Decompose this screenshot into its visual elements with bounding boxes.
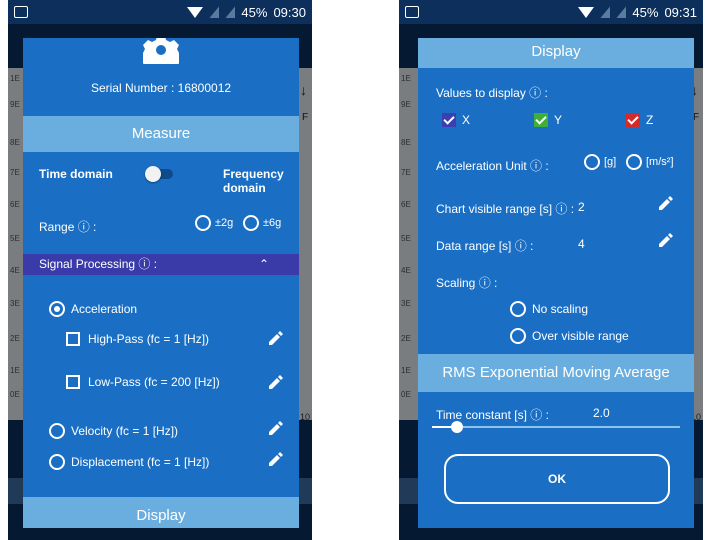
rms-section-header: RMS Exponential Moving Average <box>418 354 694 392</box>
scaling-visible-radio[interactable] <box>510 328 526 344</box>
domain-toggle[interactable] <box>145 166 173 182</box>
edit-high-pass-pencil-icon[interactable] <box>269 331 283 345</box>
phone-screen-measure: 45% 09:30 1E 9E 8E 7E 6E 5E 4E 3E 2E 1E … <box>8 0 312 540</box>
axis-y-checkbox[interactable] <box>534 113 548 127</box>
no-sim-icon <box>600 6 611 18</box>
status-bar: 45% 09:30 <box>8 0 312 24</box>
acceleration-radio[interactable] <box>49 301 65 317</box>
low-pass-option[interactable]: Low-Pass (fc = 200 [Hz]) <box>66 375 220 389</box>
acceleration-label: Acceleration <box>71 302 138 316</box>
signal-processing-header[interactable]: Signal Processing ⓘ : ⌃ <box>23 254 299 275</box>
high-pass-checkbox[interactable] <box>66 332 80 346</box>
no-sim-icon <box>209 6 220 18</box>
wifi-icon <box>578 6 595 18</box>
axis-z-label: Z <box>646 113 654 127</box>
frequency-domain-label: Frequency domain <box>223 167 284 195</box>
range-6g-radio[interactable] <box>243 215 259 231</box>
edit-velocity-pencil-icon[interactable] <box>269 421 283 435</box>
low-pass-checkbox[interactable] <box>66 375 80 389</box>
battery-percent: 45% <box>632 4 659 20</box>
display-dialog: Display Values to display ⓘ : X Y Z Acce… <box>418 38 694 528</box>
wifi-icon <box>187 6 204 18</box>
displacement-radio[interactable] <box>49 454 65 470</box>
scaling-none-label: No scaling <box>532 302 589 316</box>
values-to-display-label: Values to display ⓘ : <box>436 86 548 100</box>
signal-processing-title: Signal Processing ⓘ : <box>39 257 158 271</box>
settings-dialog: Serial Number : 16800012 Measure Time do… <box>23 38 299 528</box>
acceleration-unit-label: Acceleration Unit ⓘ : <box>436 159 549 173</box>
edit-low-pass-pencil-icon[interactable] <box>269 375 283 389</box>
time-constant-slider[interactable] <box>432 420 680 434</box>
scaling-none-radio[interactable] <box>510 301 526 317</box>
unit-option-ms2[interactable]: [m/s²] <box>626 154 674 170</box>
time-domain-label: Time domain <box>39 167 113 181</box>
status-bar: 45% 09:31 <box>399 0 703 24</box>
slider-thumb[interactable] <box>451 421 463 433</box>
chart-visible-range-label: Chart visible range [s] ⓘ : <box>436 202 575 216</box>
axis-x-label: X <box>462 113 471 127</box>
range-label: Range ⓘ : <box>39 220 97 234</box>
edit-chart-range-pencil-icon[interactable] <box>659 196 673 210</box>
display-section-header[interactable]: Display <box>23 497 299 528</box>
displacement-option[interactable]: Displacement (fc = 1 [Hz]) <box>49 454 209 470</box>
high-pass-label: High-Pass (fc = 1 [Hz]) <box>88 332 210 346</box>
chevron-up-icon[interactable]: ⌃ <box>259 254 269 275</box>
range-6g-label: ±6g <box>263 217 282 229</box>
scaling-label: Scaling ⓘ : <box>436 276 498 290</box>
acceleration-option[interactable]: Acceleration <box>49 301 137 317</box>
serial-number: Serial Number : 16800012 <box>90 81 232 95</box>
edit-displacement-pencil-icon[interactable] <box>269 452 283 466</box>
signal-icon <box>225 6 236 18</box>
range-2g-label: ±2g <box>215 217 234 229</box>
axis-y-option[interactable]: Y <box>534 113 562 127</box>
displacement-label: Displacement (fc = 1 [Hz]) <box>71 455 210 469</box>
velocity-radio[interactable] <box>49 423 65 439</box>
unit-ms2-radio[interactable] <box>626 154 642 170</box>
axis-x-option[interactable]: X <box>442 113 470 127</box>
gallery-icon <box>14 6 28 18</box>
display-section-header: Display <box>418 38 694 68</box>
axis-y-label: Y <box>554 113 563 127</box>
range-2g-radio[interactable] <box>195 215 211 231</box>
ok-button[interactable]: OK <box>444 454 670 504</box>
scaling-visible-option[interactable]: Over visible range <box>510 328 629 344</box>
axis-z-option[interactable]: Z <box>626 113 653 127</box>
chart-visible-range-value: 2 <box>578 200 585 214</box>
gallery-icon <box>405 6 419 18</box>
data-range-label: Data range [s] ⓘ : <box>436 239 534 253</box>
axis-z-checkbox[interactable] <box>626 113 640 127</box>
data-range-value: 4 <box>578 237 585 251</box>
clock: 09:31 <box>664 4 697 20</box>
unit-g-label: [g] <box>604 156 617 168</box>
velocity-label: Velocity (fc = 1 [Hz]) <box>71 424 179 438</box>
velocity-option[interactable]: Velocity (fc = 1 [Hz]) <box>49 423 178 439</box>
measure-section-header: Measure <box>23 116 299 152</box>
unit-option-g[interactable]: [g] <box>584 154 616 170</box>
battery-percent: 45% <box>241 4 268 20</box>
signal-icon <box>616 6 627 18</box>
axis-x-checkbox[interactable] <box>442 113 456 127</box>
low-pass-label: Low-Pass (fc = 200 [Hz]) <box>88 375 220 389</box>
unit-ms2-label: [m/s²] <box>646 156 674 168</box>
high-pass-option[interactable]: High-Pass (fc = 1 [Hz]) <box>66 332 209 346</box>
unit-g-radio[interactable] <box>584 154 600 170</box>
range-option-2g[interactable]: ±2g <box>195 215 233 231</box>
clock: 09:30 <box>273 4 306 20</box>
range-option-6g[interactable]: ±6g <box>243 215 281 231</box>
time-constant-value: 2.0 <box>593 406 610 420</box>
phone-screen-display: 45% 09:31 1E 9E 8E 7E 6E 5E 4E 3E 2E 1E … <box>399 0 703 540</box>
edit-data-range-pencil-icon[interactable] <box>659 233 673 247</box>
scaling-none-option[interactable]: No scaling <box>510 301 588 317</box>
settings-gear-icon <box>143 38 179 64</box>
scaling-visible-label: Over visible range <box>532 329 629 343</box>
